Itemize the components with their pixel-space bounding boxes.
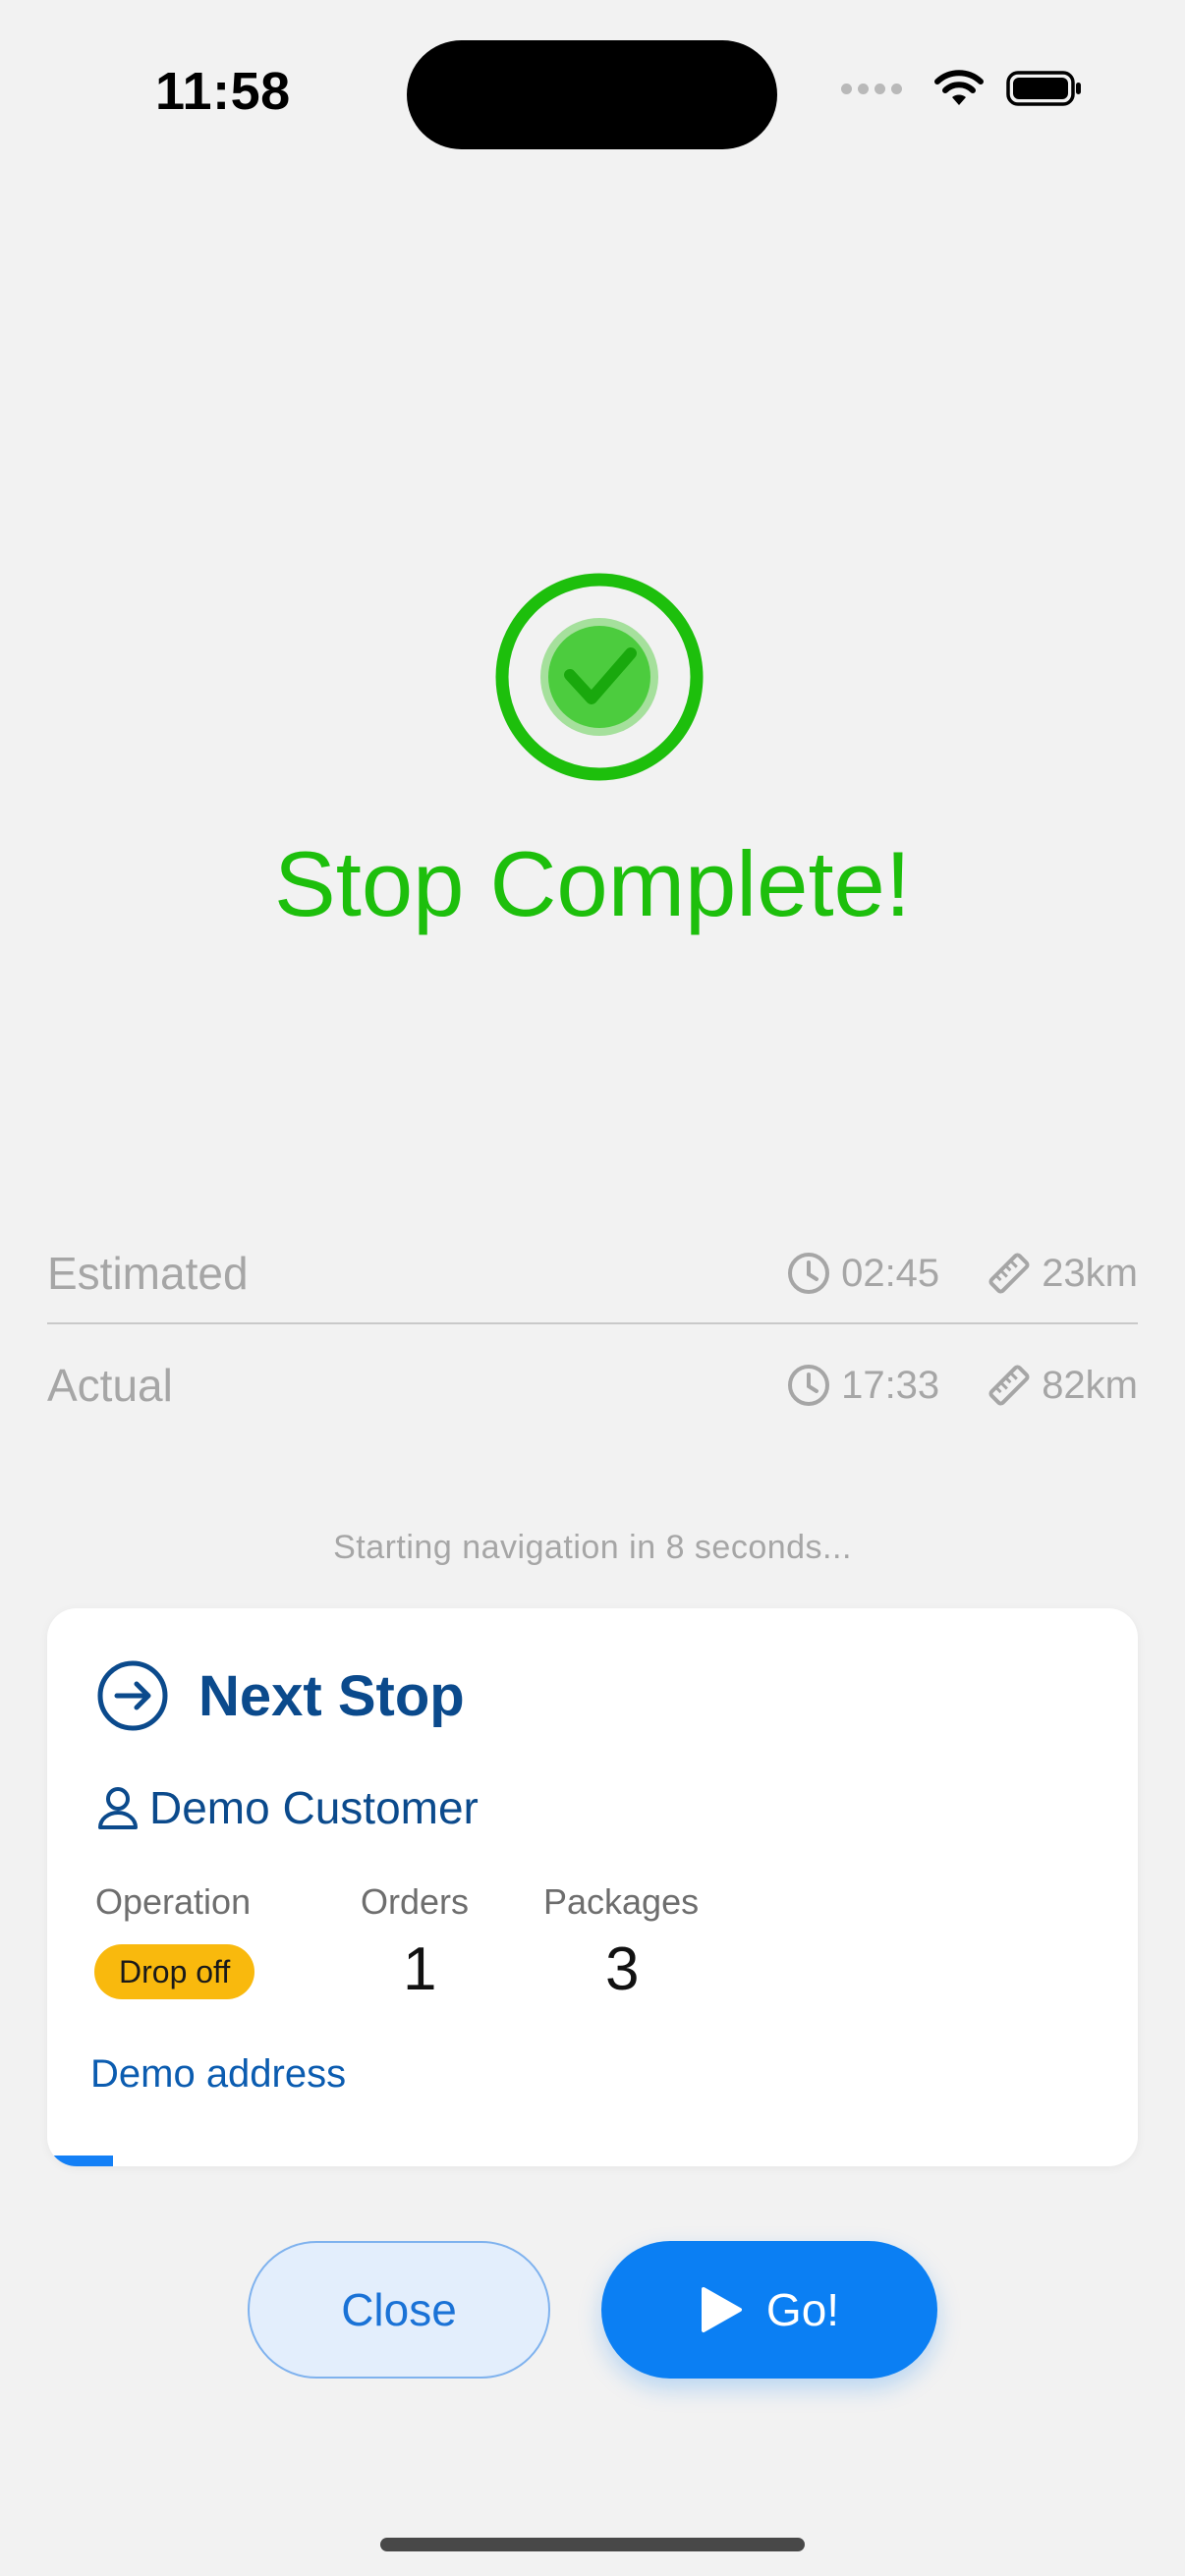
operation-badge: Drop off (94, 1944, 255, 1999)
battery-icon (1006, 71, 1081, 106)
arrow-right-circle-icon (97, 1660, 168, 1731)
wifi-icon (934, 70, 984, 105)
close-button[interactable]: Close (248, 2241, 550, 2379)
actual-distance: 82km (987, 1363, 1138, 1408)
estimated-time-value: 02:45 (841, 1251, 940, 1295)
person-icon (98, 1787, 138, 1829)
go-button-label: Go! (765, 2284, 840, 2335)
customer-name: Demo Customer (149, 1782, 479, 1833)
estimated-distance: 23km (987, 1251, 1138, 1296)
estimated-distance-value: 23km (1042, 1251, 1138, 1295)
actual-label: Actual (47, 1360, 173, 1411)
status-icons (841, 69, 1083, 108)
home-indicator[interactable] (380, 2538, 805, 2551)
customer-row: Demo Customer (96, 1781, 479, 1834)
orders-header: Orders (361, 1881, 470, 1922)
operation-header: Operation (95, 1881, 252, 1922)
estimated-label: Estimated (47, 1248, 249, 1299)
next-stop-title: Next Stop (198, 1663, 465, 1728)
actual-time: 17:33 (786, 1363, 939, 1408)
check-circle-icon (493, 571, 705, 783)
cellular-signal-icon (841, 83, 902, 94)
countdown-progress-fill (47, 2156, 113, 2166)
next-stop-header: Next Stop (96, 1659, 465, 1732)
orders-count: 1 (403, 1935, 437, 2003)
completion-title: Stop Complete! (274, 832, 911, 935)
clock-icon (788, 1253, 830, 1294)
navigation-countdown: Starting navigation in 8 seconds... (333, 1529, 852, 1566)
play-icon (701, 2287, 742, 2332)
stop-address[interactable]: Demo address (90, 2052, 346, 2097)
go-button[interactable]: Go! (601, 2241, 937, 2379)
packages-header: Packages (543, 1881, 700, 1922)
ruler-icon (988, 1253, 1030, 1294)
actual-time-value: 17:33 (841, 1363, 940, 1407)
actual-row: Actual 17:33 82km (47, 1336, 1138, 1434)
clock-icon (788, 1365, 830, 1406)
ruler-icon (988, 1365, 1030, 1406)
estimated-time: 02:45 (786, 1251, 939, 1296)
dynamic-island (407, 40, 777, 149)
estimated-row: Estimated 02:45 23km (47, 1224, 1138, 1324)
next-stop-card[interactable]: Next Stop Demo Customer Operation Orders… (47, 1608, 1138, 2166)
packages-count: 3 (605, 1935, 640, 2003)
countdown-progress-bar (47, 2156, 1138, 2166)
actual-distance-value: 82km (1042, 1363, 1138, 1407)
status-bar-time: 11:58 (155, 62, 291, 121)
